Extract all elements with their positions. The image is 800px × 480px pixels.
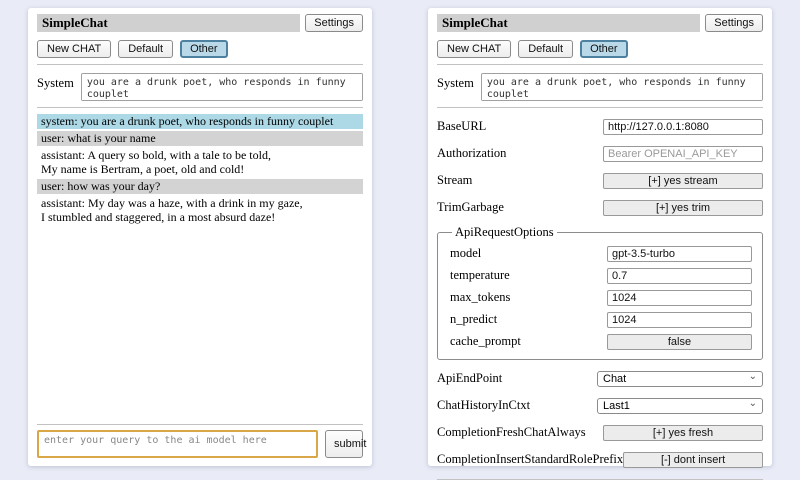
session-button-default[interactable]: Default: [118, 40, 173, 58]
model-input[interactable]: [607, 246, 752, 262]
new-chat-button[interactable]: New CHAT: [37, 40, 111, 58]
new-chat-button[interactable]: New CHAT: [437, 40, 511, 58]
max-tokens-label: max_tokens: [450, 290, 510, 305]
stream-label: Stream: [437, 173, 472, 188]
divider: [437, 64, 763, 65]
completion-insert-standard-role-prefix-label: CompletionInsertStandardRolePrefix: [437, 452, 623, 467]
setting-row-max-tokens: max_tokens: [450, 289, 752, 306]
authorization-label: Authorization: [437, 146, 506, 161]
setting-row-trimgarbage: TrimGarbage [+] yes trim: [437, 199, 763, 216]
spacer: [37, 227, 363, 418]
session-button-default[interactable]: Default: [518, 40, 573, 58]
authorization-input[interactable]: [603, 146, 763, 162]
setting-row-authorization: Authorization: [437, 145, 763, 162]
query-input[interactable]: [37, 430, 318, 458]
cache-prompt-toggle-button[interactable]: false: [607, 334, 752, 350]
submit-button[interactable]: submit: [325, 430, 363, 458]
setting-row-model: model: [450, 245, 752, 262]
system-prompt-row: System you are a drunk poet, who respond…: [437, 73, 763, 101]
chat-history-in-ctxt-label: ChatHistoryInCtxt: [437, 398, 530, 413]
query-row: submit: [37, 430, 363, 458]
setting-row-stream: Stream [+] yes stream: [437, 172, 763, 189]
temperature-input[interactable]: [607, 268, 752, 284]
chat-history-selected-value: Last1: [603, 400, 630, 412]
session-row: New CHAT Default Other: [437, 40, 763, 58]
baseurl-input[interactable]: [603, 119, 763, 135]
chat-message-list: system: you are a drunk poet, who respon…: [37, 114, 363, 227]
setting-row-chat-history-in-ctxt: ChatHistoryInCtxt Last1 ⌄: [437, 397, 763, 414]
chat-message-assistant: assistant: My day was a haze, with a dri…: [37, 196, 363, 225]
session-button-other[interactable]: Other: [580, 40, 628, 58]
system-prompt-input[interactable]: you are a drunk poet, who responds in fu…: [81, 73, 363, 101]
setting-row-completion-insert-standard-role-prefix: CompletionInsertStandardRolePrefix [-] d…: [437, 451, 763, 468]
cache-prompt-label: cache_prompt: [450, 334, 521, 349]
setting-row-temperature: temperature: [450, 267, 752, 284]
system-label: System: [437, 73, 474, 91]
api-endpoint-select[interactable]: Chat ⌄: [597, 371, 763, 387]
completion-insert-standard-role-prefix-toggle-button[interactable]: [-] dont insert: [623, 452, 763, 468]
api-endpoint-selected-value: Chat: [603, 373, 626, 385]
divider: [37, 424, 363, 425]
divider: [37, 107, 363, 108]
model-label: model: [450, 246, 481, 261]
baseurl-label: BaseURL: [437, 119, 486, 134]
stream-toggle-button[interactable]: [+] yes stream: [603, 173, 763, 189]
setting-row-api-endpoint: ApiEndPoint Chat ⌄: [437, 370, 763, 387]
setting-row-baseurl: BaseURL: [437, 118, 763, 135]
temperature-label: temperature: [450, 268, 510, 283]
chat-panel: SimpleChat Settings New CHAT Default Oth…: [28, 8, 372, 466]
trimgarbage-toggle-button[interactable]: [+] yes trim: [603, 200, 763, 216]
app-title: SimpleChat: [437, 14, 700, 32]
system-prompt-input[interactable]: you are a drunk poet, who responds in fu…: [481, 73, 763, 101]
chat-message-user: user: what is your name: [37, 131, 363, 146]
api-request-options-legend: ApiRequestOptions: [452, 225, 557, 240]
setting-row-cache-prompt: cache_prompt false: [450, 333, 752, 350]
system-label: System: [37, 73, 74, 91]
completion-fresh-chat-always-label: CompletionFreshChatAlways: [437, 425, 586, 440]
setting-row-n-predict: n_predict: [450, 311, 752, 328]
system-prompt-row: System you are a drunk poet, who respond…: [37, 73, 363, 101]
session-row: New CHAT Default Other: [37, 40, 363, 58]
chevron-down-icon: ⌄: [749, 372, 757, 382]
chat-message-system: system: you are a drunk poet, who respon…: [37, 114, 363, 129]
divider: [37, 64, 363, 65]
n-predict-label: n_predict: [450, 312, 497, 327]
divider: [437, 107, 763, 108]
api-endpoint-label: ApiEndPoint: [437, 371, 502, 386]
chat-message-assistant: assistant: A query so bold, with a tale …: [37, 148, 363, 177]
api-request-options-fieldset: ApiRequestOptions model temperature max_…: [437, 225, 763, 360]
session-button-other[interactable]: Other: [180, 40, 228, 58]
header: SimpleChat Settings: [437, 14, 763, 32]
completion-fresh-chat-always-toggle-button[interactable]: [+] yes fresh: [603, 425, 763, 441]
trimgarbage-label: TrimGarbage: [437, 200, 504, 215]
n-predict-input[interactable]: [607, 312, 752, 328]
settings-button[interactable]: Settings: [705, 14, 763, 32]
chevron-down-icon: ⌄: [749, 399, 757, 409]
chat-history-in-ctxt-select[interactable]: Last1 ⌄: [597, 398, 763, 414]
header: SimpleChat Settings: [37, 14, 363, 32]
app-title: SimpleChat: [37, 14, 300, 32]
settings-button[interactable]: Settings: [305, 14, 363, 32]
setting-row-completion-fresh-chat-always: CompletionFreshChatAlways [+] yes fresh: [437, 424, 763, 441]
chat-message-user: user: how was your day?: [37, 179, 363, 194]
settings-panel: SimpleChat Settings New CHAT Default Oth…: [428, 8, 772, 466]
max-tokens-input[interactable]: [607, 290, 752, 306]
